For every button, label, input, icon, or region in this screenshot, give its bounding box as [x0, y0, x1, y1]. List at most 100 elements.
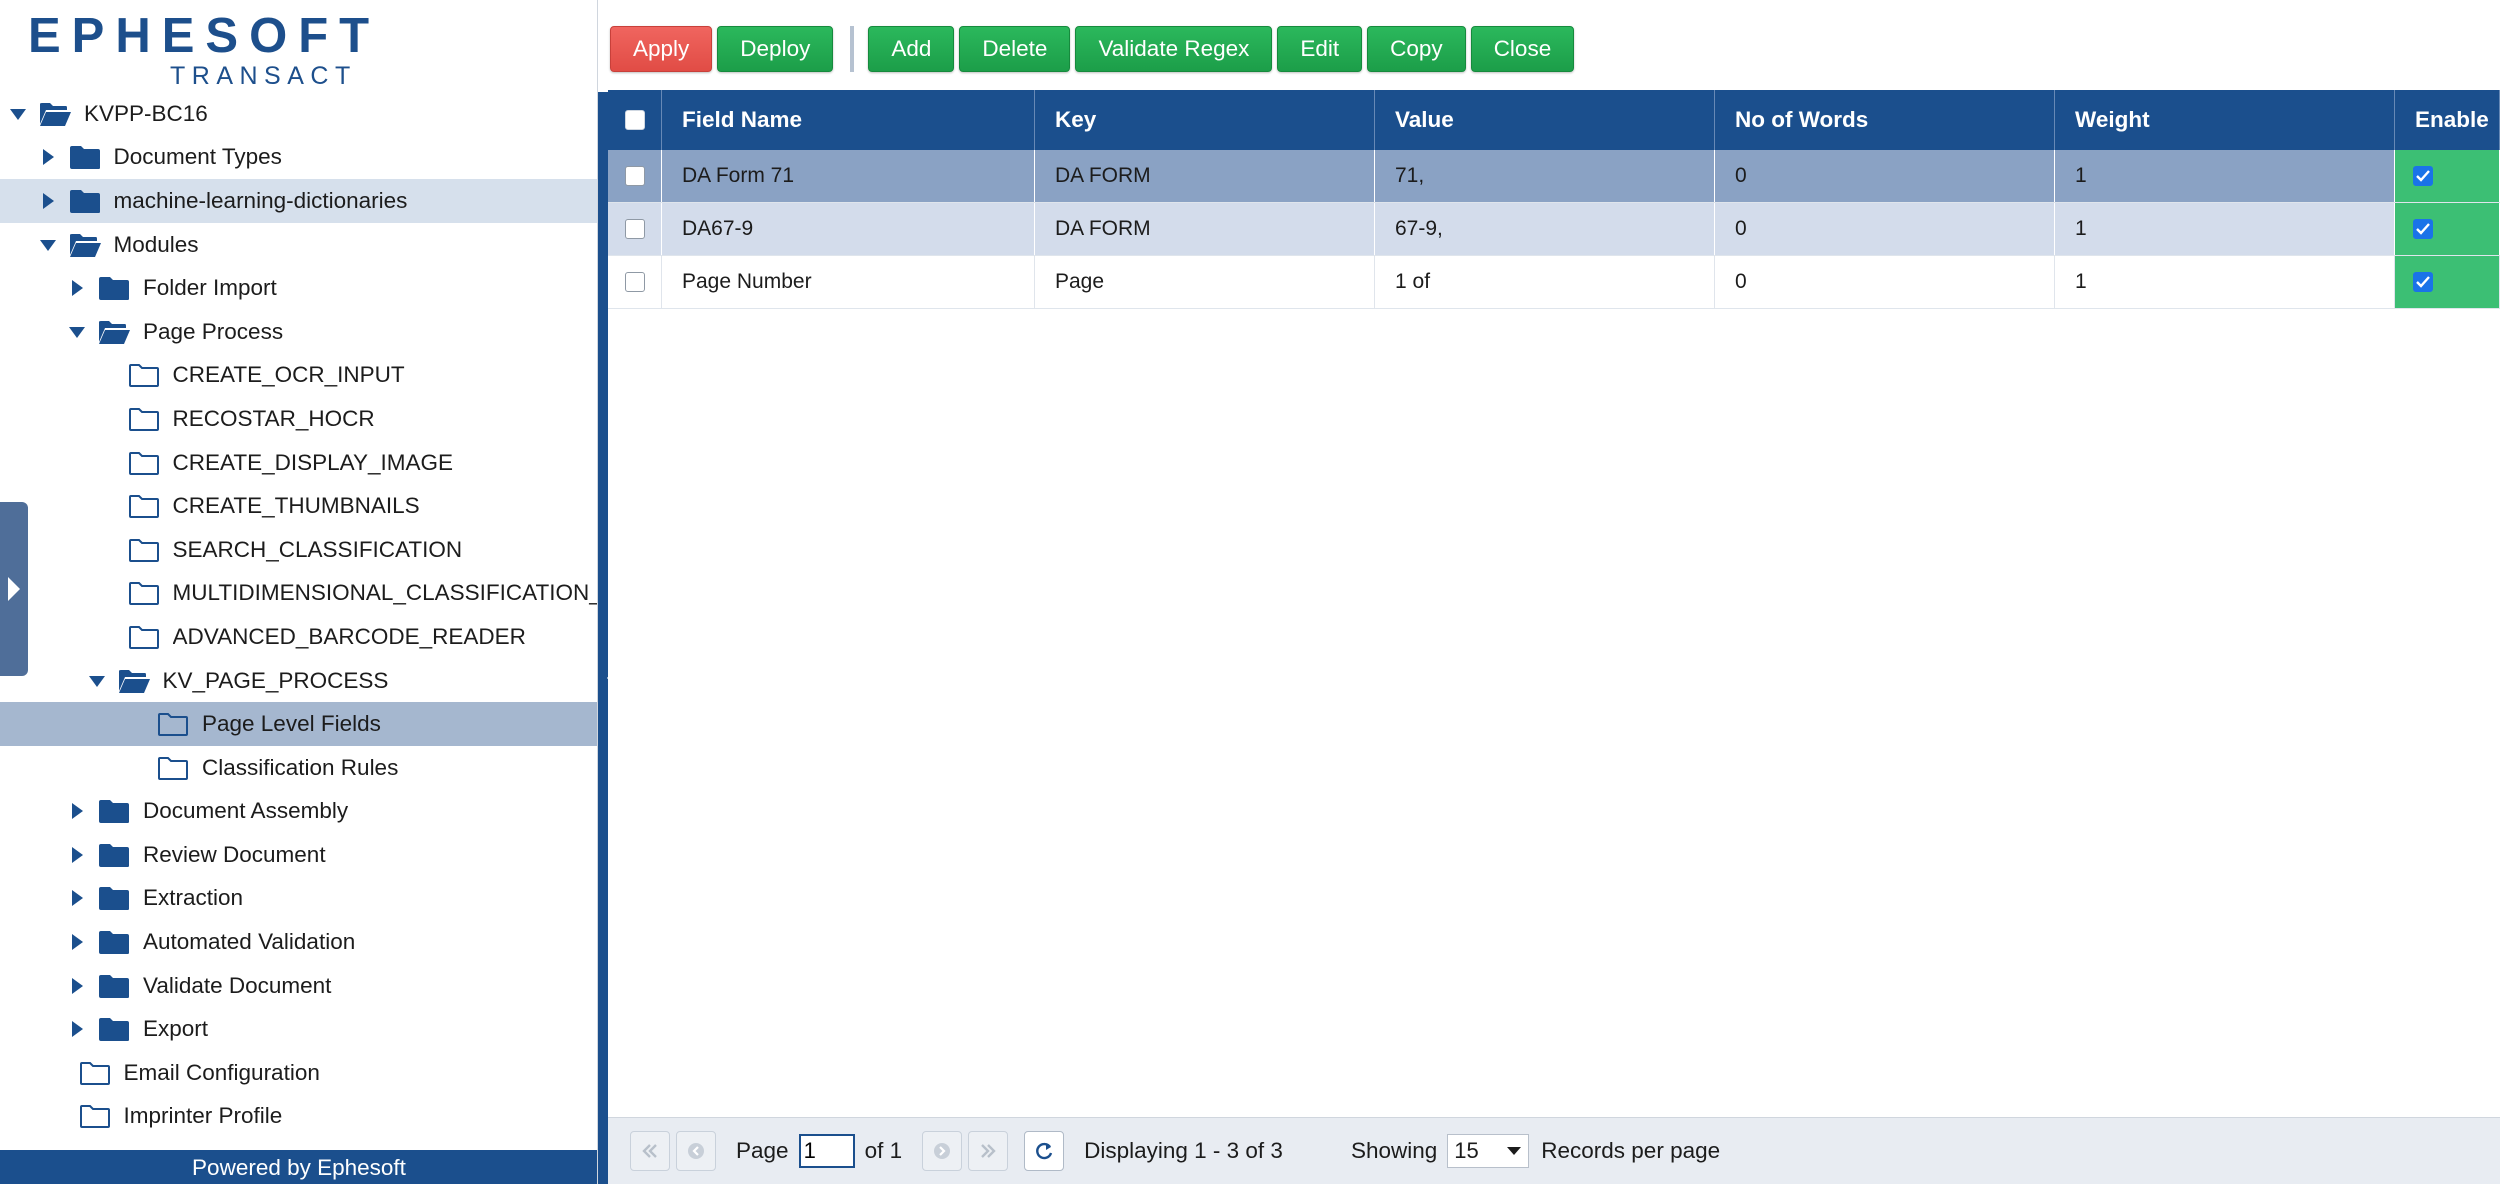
caret-right-icon[interactable] — [65, 276, 89, 300]
tree-item[interactable]: Review Document — [0, 833, 597, 877]
tree-item[interactable]: Validate Document — [0, 964, 597, 1008]
row-select-cell[interactable] — [608, 150, 662, 202]
cell-no-of-words: 0 — [1715, 150, 2055, 202]
tree-item[interactable]: KV_PAGE_PROCESS — [0, 659, 597, 703]
tree-item[interactable]: Extraction — [0, 877, 597, 921]
records-per-page-label: Records per page — [1541, 1138, 1721, 1163]
tree-item[interactable]: CREATE_OCR_INPUT — [0, 354, 597, 398]
row-checkbox[interactable] — [624, 219, 645, 239]
row-checkbox[interactable] — [624, 166, 645, 186]
expand-panel-handle[interactable] — [0, 502, 28, 676]
cell-enable[interactable] — [2395, 256, 2500, 308]
caret-down-icon[interactable] — [36, 233, 60, 257]
caret-right-icon[interactable] — [65, 843, 89, 867]
caret-right-icon[interactable] — [65, 974, 89, 998]
tree-item-label: ADVANCED_BARCODE_READER — [172, 623, 526, 649]
tree-item[interactable]: machine-learning-dictionaries — [0, 179, 597, 223]
caret-right-icon[interactable] — [65, 799, 89, 823]
caret-down-icon[interactable] — [85, 669, 109, 693]
table-row[interactable]: DA Form 71 DA FORM 71, 0 1 — [608, 150, 2500, 203]
close-button[interactable]: Close — [1470, 26, 1575, 72]
previous-page-button[interactable] — [676, 1131, 716, 1171]
tree-item[interactable]: Automated Validation — [0, 920, 597, 964]
column-enable[interactable]: Enable — [2395, 90, 2500, 150]
panel-splitter[interactable] — [598, 92, 608, 1184]
caret-right-icon[interactable] — [36, 145, 60, 169]
cell-weight: 1 — [2055, 150, 2395, 202]
caret-right-icon[interactable] — [65, 930, 89, 954]
tree-item[interactable]: KVPP-BC16 — [0, 92, 597, 136]
tree-item[interactable]: Email Configuration — [0, 1051, 597, 1095]
next-page-button[interactable] — [922, 1131, 963, 1171]
tree-item-label: Document Types — [113, 144, 282, 170]
page-label: Page — [736, 1138, 789, 1163]
tree-item[interactable]: Imprinter Profile — [0, 1095, 597, 1139]
row-checkbox[interactable] — [624, 272, 645, 292]
validate-regex-button[interactable]: Validate Regex — [1075, 26, 1273, 72]
toolbar: Apply Deploy Add Delete Validate Regex E… — [610, 24, 1579, 74]
column-weight[interactable]: Weight — [2055, 90, 2395, 150]
tree-item[interactable]: Folder Import — [0, 266, 597, 310]
tree-item[interactable]: Page Level Fields — [0, 702, 597, 746]
tree-item[interactable]: CREATE_THUMBNAILS — [0, 484, 597, 528]
tree-item[interactable]: MULTIDIMENSIONAL_CLASSIFICATION_P — [0, 572, 597, 616]
cell-enable[interactable] — [2395, 150, 2500, 202]
tree-item[interactable]: Modules — [0, 223, 597, 267]
first-page-button[interactable] — [630, 1131, 670, 1171]
tree-item[interactable]: Document Assembly — [0, 790, 597, 834]
column-key[interactable]: Key — [1035, 90, 1375, 150]
deploy-button[interactable]: Deploy — [717, 26, 834, 72]
column-value[interactable]: Value — [1375, 90, 1715, 150]
add-button[interactable]: Add — [868, 26, 955, 72]
tree-item[interactable]: Page Process — [0, 310, 597, 354]
row-select-cell[interactable] — [608, 203, 662, 255]
cell-enable[interactable] — [2395, 203, 2500, 255]
column-no-of-words[interactable]: No of Words — [1715, 90, 2055, 150]
caret-right-icon[interactable] — [65, 886, 89, 910]
column-field-name[interactable]: Field Name — [662, 90, 1035, 150]
grid-header: Field Name Key Value No of Words Weight … — [608, 90, 2500, 150]
caret-right-icon[interactable] — [65, 1017, 89, 1041]
enable-checkbox[interactable] — [2413, 219, 2433, 239]
folder-outline-icon — [78, 1059, 112, 1087]
copy-button[interactable]: Copy — [1367, 26, 1466, 72]
table-row[interactable]: DA67-9 DA FORM 67-9, 0 1 — [608, 203, 2500, 256]
refresh-button[interactable] — [1024, 1131, 1065, 1171]
records-per-page-select[interactable]: 15 — [1447, 1134, 1530, 1168]
edit-button[interactable]: Edit — [1277, 26, 1363, 72]
tree-item[interactable]: Document Types — [0, 136, 597, 180]
tree-item-label: Extraction — [143, 885, 244, 911]
module-tree: KVPP-BC16 Document Types machine-learning-… — [0, 92, 597, 1139]
last-page-button[interactable] — [968, 1131, 1009, 1171]
page-number-input[interactable] — [798, 1134, 855, 1168]
tree-item[interactable]: RECOSTAR_HOCR — [0, 397, 597, 441]
enable-checkbox[interactable] — [2413, 166, 2433, 186]
tree-item[interactable]: Classification Rules — [0, 746, 597, 790]
showing-label: Showing — [1350, 1138, 1438, 1163]
tree-item[interactable]: CREATE_DISPLAY_IMAGE — [0, 441, 597, 485]
caret-down-icon[interactable] — [6, 102, 30, 126]
row-select-cell[interactable] — [608, 256, 662, 308]
cell-field-name: DA Form 71 — [662, 150, 1035, 202]
caret-right-icon[interactable] — [36, 189, 60, 213]
table-row[interactable]: Page Number Page 1 of 0 1 — [608, 256, 2500, 309]
select-all-checkbox[interactable] — [624, 110, 645, 130]
folder-outline-icon — [127, 623, 161, 651]
cell-key: DA FORM — [1035, 203, 1375, 255]
pager: Page of 1 Displaying 1 - 3 of 3 Showing … — [608, 1117, 2500, 1184]
tree-item[interactable]: ADVANCED_BARCODE_READER — [0, 615, 597, 659]
header-select-all[interactable] — [608, 90, 662, 150]
tree-item[interactable]: Export — [0, 1007, 597, 1051]
page-total-label: of 1 — [864, 1138, 903, 1163]
caret-down-icon[interactable] — [65, 320, 89, 344]
apply-button[interactable]: Apply — [610, 26, 713, 72]
tree-item[interactable]: SEARCH_CLASSIFICATION — [0, 528, 597, 572]
tree-item-label: CREATE_THUMBNAILS — [172, 493, 420, 519]
enable-checkbox[interactable] — [2413, 272, 2433, 292]
delete-button[interactable]: Delete — [959, 26, 1071, 72]
